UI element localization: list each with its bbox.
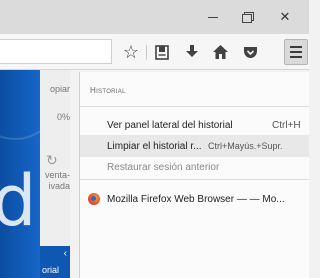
restore-icon	[241, 12, 254, 23]
menu-icon-bar	[290, 56, 302, 58]
title-bar: ✕	[0, 0, 309, 34]
minimize-button[interactable]	[196, 0, 230, 34]
menu-item-clear-history[interactable]: Limpiar el historial r... Ctrl+Mayús.+Su…	[80, 135, 309, 157]
downloads-button[interactable]	[180, 40, 204, 64]
firefox-icon	[88, 193, 100, 205]
menu-icon	[290, 46, 302, 48]
side-tab-label: orial	[42, 265, 60, 275]
pocket-icon	[243, 46, 257, 58]
history-panel: Historial Ver panel lateral del historia…	[79, 72, 309, 278]
panel-title: Historial	[90, 86, 126, 95]
page-content: d opiar 0% ↻ venta- ivada ‹ orial	[0, 70, 70, 278]
panel-divider	[80, 179, 309, 180]
home-icon	[212, 45, 228, 59]
menu-icon-bar	[290, 51, 302, 53]
close-button[interactable]: ✕	[268, 0, 302, 34]
banner-letter: d	[0, 160, 37, 242]
page-text-private: ivada	[48, 181, 70, 191]
restore-button[interactable]	[230, 0, 264, 34]
history-entry[interactable]: Mozilla Firefox Web Browser — — Mo...	[80, 188, 309, 210]
side-tab[interactable]: ‹ orial	[40, 246, 70, 278]
reading-list-icon	[155, 44, 169, 60]
page-text-copy: opiar	[49, 84, 70, 94]
banner-decoration	[0, 70, 40, 140]
menu-item-shortcut: Ctrl+H	[272, 119, 301, 131]
panel-divider	[80, 106, 309, 107]
bookmarks-menu-button[interactable]	[150, 40, 174, 64]
bookmark-star-button[interactable]: ☆	[119, 40, 143, 64]
page-banner: d	[0, 70, 40, 278]
minimize-icon	[208, 16, 218, 18]
browser-window: ✕ ☆ d opiar 0% ↻ venta- ivada ‹ orial Hi…	[0, 0, 309, 278]
nav-toolbar: ☆	[0, 34, 309, 70]
download-icon	[186, 45, 198, 57]
menu-item-sidebar-history[interactable]: Ver panel lateral del historial Ctrl+H	[80, 114, 309, 136]
toolbar-separator	[146, 45, 147, 60]
pocket-button[interactable]	[238, 40, 262, 64]
open-menu-button[interactable]	[284, 39, 308, 65]
url-bar[interactable]	[0, 39, 112, 64]
menu-item-label: Restaurar sesión anterior	[107, 161, 220, 173]
page-text-window: venta-	[44, 170, 70, 180]
menu-item-label: Limpiar el historial r...	[107, 140, 202, 152]
star-icon: ☆	[122, 42, 140, 62]
menu-item-restore-session[interactable]: Restaurar sesión anterior	[80, 156, 309, 178]
history-entry-title: Mozilla Firefox Web Browser — — Mo...	[107, 193, 285, 205]
chevron-left-icon: ‹	[63, 248, 67, 259]
home-button[interactable]	[208, 40, 232, 64]
menu-item-label: Ver panel lateral del historial	[107, 119, 233, 131]
close-icon: ✕	[279, 9, 291, 24]
refresh-icon: ↻	[46, 152, 58, 168]
menu-item-shortcut: Ctrl+Mayús.+Supr.	[208, 141, 283, 151]
page-text-zoom: 0%	[56, 112, 70, 122]
